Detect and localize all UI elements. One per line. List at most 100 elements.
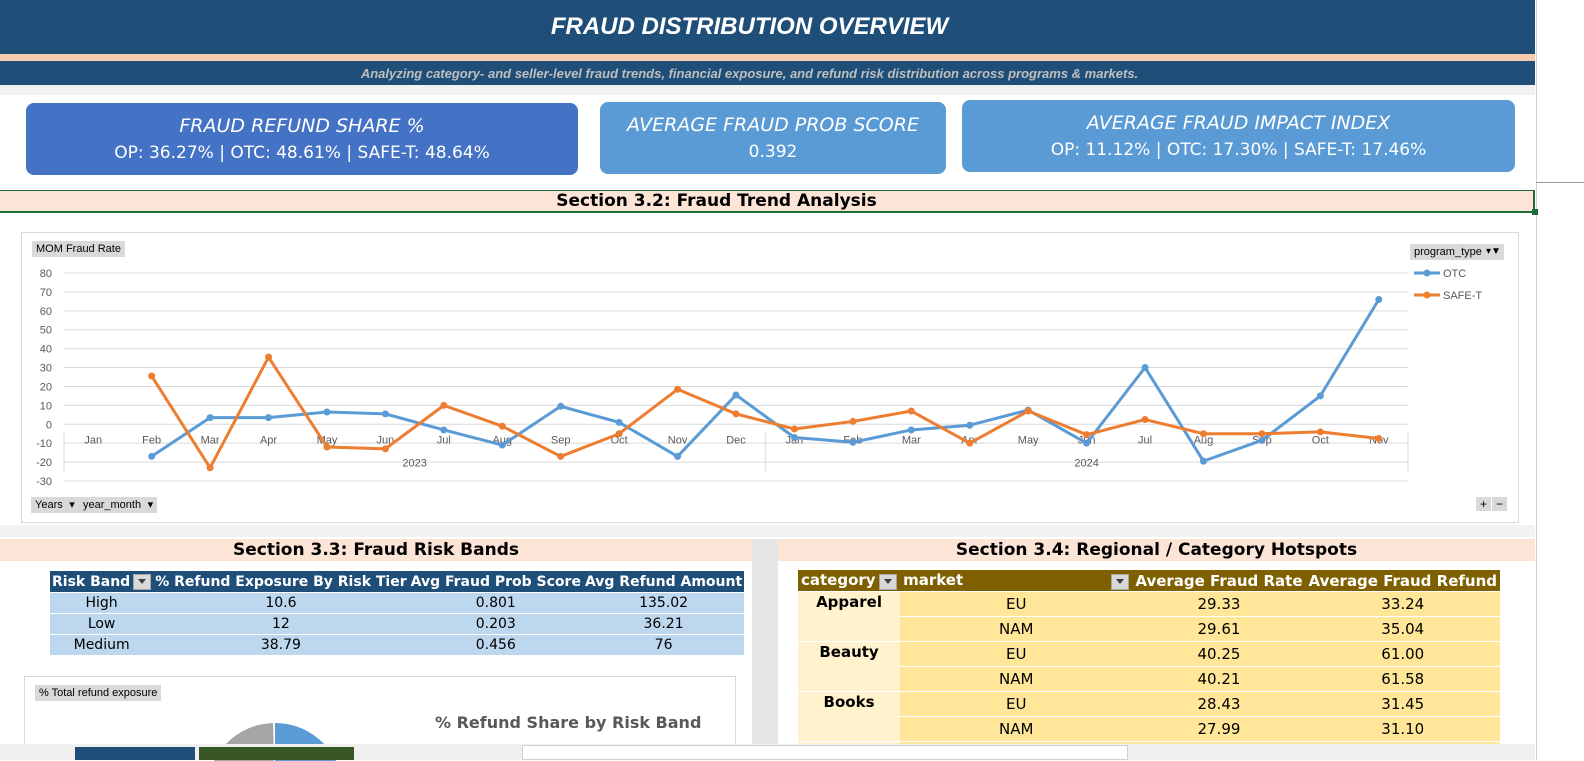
category-cell: Books bbox=[798, 691, 901, 742]
table-row[interactable]: NAM 40.21 61.58 bbox=[798, 666, 1500, 692]
table-row[interactable]: NAM 29.61 35.04 bbox=[798, 616, 1500, 642]
column-header: Average Fraud Refund bbox=[1305, 570, 1500, 592]
dropdown-icon: ▾ bbox=[147, 499, 154, 511]
column-header[interactable]: Risk Band bbox=[50, 571, 154, 593]
column-header[interactable]: category bbox=[798, 570, 901, 592]
x-tick-label: Jan bbox=[84, 434, 102, 446]
data-point bbox=[148, 452, 156, 460]
data-point bbox=[440, 401, 448, 409]
filter-dropdown-icon[interactable] bbox=[1111, 574, 1130, 590]
table-row[interactable]: NAM 27.99 31.10 bbox=[798, 716, 1500, 742]
floating-shape bbox=[522, 745, 1128, 760]
section-title: Section 3.2: Fraud Trend Analysis bbox=[556, 191, 877, 211]
table-cell: 135.02 bbox=[582, 592, 745, 614]
data-point bbox=[1258, 430, 1266, 438]
axis-field-label: Years bbox=[35, 499, 63, 511]
table-cell: 0.801 bbox=[408, 592, 583, 614]
data-point bbox=[1258, 436, 1266, 444]
table-cell: 29.61 bbox=[1132, 616, 1306, 642]
y-tick-label: 40 bbox=[40, 344, 52, 356]
section-3-4-header: Section 3.4: Regional / Category Hotspot… bbox=[778, 539, 1535, 561]
data-point bbox=[206, 414, 214, 422]
table-cell: 27.99 bbox=[1132, 716, 1306, 742]
market-cell: EU bbox=[900, 641, 1133, 667]
y-tick-label: 20 bbox=[40, 381, 52, 393]
table-row[interactable]: Low 12 0.203 36.21 bbox=[50, 613, 745, 635]
kpi-title: AVERAGE FRAUD IMPACT INDEX bbox=[1086, 112, 1391, 134]
x-tick-label: Oct bbox=[1312, 434, 1329, 446]
kpi-value: OP: 36.27% | OTC: 48.61% | SAFE-T: 48.64… bbox=[114, 143, 490, 163]
legend-label: OTC bbox=[1443, 268, 1466, 280]
table-cell: 31.45 bbox=[1305, 691, 1500, 717]
data-point bbox=[1375, 434, 1383, 442]
data-point bbox=[732, 391, 740, 399]
expand-button[interactable]: + bbox=[1476, 497, 1492, 511]
table-row[interactable]: Medium 38.79 0.456 76 bbox=[50, 634, 745, 655]
market-cell: EU bbox=[900, 691, 1133, 717]
sheet-tab-shape[interactable] bbox=[75, 747, 195, 760]
data-point bbox=[1199, 430, 1207, 438]
x-tick-label: Mar bbox=[902, 434, 921, 446]
table-cell: 76 bbox=[582, 634, 745, 655]
y-tick-label: 10 bbox=[40, 400, 52, 412]
kpi-card-avg-fraud-impact-index[interactable]: AVERAGE FRAUD IMPACT INDEX OP: 11.12% | … bbox=[962, 100, 1515, 172]
column-header: % Refund Exposure By Risk Tier bbox=[153, 571, 409, 593]
x-tick-label: Feb bbox=[142, 434, 161, 446]
table-cell: 10.6 bbox=[153, 592, 409, 614]
market-cell: NAM bbox=[900, 616, 1133, 642]
risk-bands-pivot-table[interactable]: Risk Band % Refund Exposure By Risk Tier… bbox=[50, 571, 745, 655]
x-group-label: 2023 bbox=[402, 457, 426, 469]
x-tick-label: Nov bbox=[668, 434, 688, 446]
section-title: Section 3.4: Regional / Category Hotspot… bbox=[955, 540, 1358, 560]
spacer-row bbox=[0, 85, 1535, 95]
data-point bbox=[557, 452, 565, 460]
column-header[interactable]: market bbox=[900, 570, 1133, 592]
gutter-gridline bbox=[1536, 182, 1584, 183]
table-row[interactable]: Beauty EU 40.25 61.00 bbox=[798, 641, 1500, 692]
data-point bbox=[206, 464, 214, 472]
table-cell: 36.21 bbox=[582, 613, 745, 635]
axis-field-button-year-month[interactable]: year_month ▾ bbox=[79, 497, 158, 513]
y-tick-label: -20 bbox=[36, 457, 52, 469]
market-cell: EU bbox=[900, 591, 1133, 617]
table-row[interactable]: High 10.6 0.801 135.02 bbox=[50, 592, 745, 614]
column-header: Avg Refund Amount bbox=[582, 571, 745, 593]
legend-label: SAFE-T bbox=[1443, 290, 1482, 302]
data-point bbox=[1199, 457, 1207, 465]
dashboard-title-bar: FRAUD DISTRIBUTION OVERVIEW bbox=[0, 0, 1535, 54]
collapse-button[interactable]: − bbox=[1492, 497, 1508, 511]
data-point bbox=[966, 421, 974, 429]
table-cell: 33.24 bbox=[1305, 591, 1500, 617]
table-row[interactable]: Apparel EU 29.33 33.24 bbox=[798, 591, 1500, 642]
spacer-row bbox=[0, 525, 1535, 537]
fill-handle[interactable] bbox=[1532, 209, 1538, 215]
risk-band-cell: Low bbox=[50, 613, 154, 635]
sheet-tab-shape[interactable] bbox=[199, 747, 354, 760]
kpi-card-avg-fraud-prob-score[interactable]: AVERAGE FRAUD PROB SCORE 0.392 bbox=[600, 102, 946, 174]
column-gutter bbox=[752, 539, 778, 760]
fraud-trend-pivot-chart[interactable]: MOM Fraud Rate program_type ▾▼ 80 70 60 50 4… bbox=[21, 232, 1519, 523]
table-cell: 12 bbox=[153, 613, 409, 635]
table-row[interactable]: Books EU 28.43 31.45 bbox=[798, 691, 1500, 742]
section-3-2-header[interactable]: Section 3.2: Fraud Trend Analysis bbox=[0, 191, 1535, 213]
hotspots-pivot-table[interactable]: category market Average Fraud Rate Avera… bbox=[798, 570, 1500, 744]
data-point bbox=[1141, 364, 1149, 372]
axis-field-button-years[interactable]: Years ▾ bbox=[31, 497, 79, 513]
kpi-card-fraud-refund-share[interactable]: FRAUD REFUND SHARE % OP: 36.27% | OTC: 4… bbox=[26, 103, 578, 175]
data-point bbox=[790, 434, 798, 442]
data-point bbox=[265, 414, 273, 422]
kpi-value: 0.392 bbox=[748, 142, 798, 162]
data-point bbox=[732, 410, 740, 418]
data-point bbox=[265, 353, 273, 361]
table-cell: 61.58 bbox=[1305, 666, 1500, 692]
filter-dropdown-icon[interactable] bbox=[133, 573, 152, 590]
dropdown-icon: ▾ bbox=[69, 499, 75, 511]
pie-value-field-button[interactable]: % Total refund exposure bbox=[35, 685, 162, 701]
x-tick-label: Mar bbox=[201, 434, 220, 446]
data-point bbox=[1316, 428, 1324, 436]
table-cell: 40.25 bbox=[1132, 641, 1306, 667]
market-cell: NAM bbox=[900, 666, 1133, 692]
y-tick-label: 0 bbox=[46, 419, 52, 431]
table-cell: 31.10 bbox=[1305, 716, 1500, 742]
filter-dropdown-icon[interactable] bbox=[879, 574, 898, 590]
